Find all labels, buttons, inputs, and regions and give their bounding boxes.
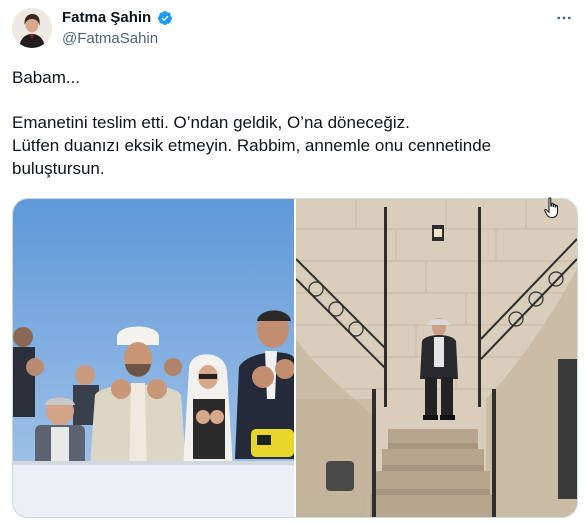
author-name[interactable]: Fatma Şahin (62, 9, 151, 27)
tweet-line: buluştursun. (12, 159, 105, 178)
verified-badge-icon (157, 10, 173, 26)
author-handle[interactable]: @FatmaSahin (62, 30, 158, 48)
tweet-card: Fatma Şahin @FatmaSahin Babam... Emaneti… (0, 0, 586, 524)
tweet-line: Babam... (12, 68, 81, 87)
funeral-prayer-photo-icon (13, 199, 294, 517)
tweet-line: Emanetini teslim etti. O’ndan geldik, O’… (12, 113, 410, 132)
profile-photo-icon (12, 8, 52, 48)
hand-pointer-cursor-icon (544, 197, 560, 219)
more-options-button[interactable] (552, 6, 576, 30)
tweet-line: Lütfen duanızı eksik etmeyin. Rabbim, an… (12, 136, 492, 155)
media-photo-2[interactable] (296, 199, 577, 517)
avatar[interactable] (12, 8, 52, 48)
media-grid (12, 198, 578, 518)
man-on-stairs-photo-icon (296, 199, 577, 517)
tweet-text: Babam... Emanetini teslim etti. O’ndan g… (12, 66, 572, 180)
more-horizontal-icon (557, 16, 571, 20)
media-photo-1[interactable] (13, 199, 294, 517)
